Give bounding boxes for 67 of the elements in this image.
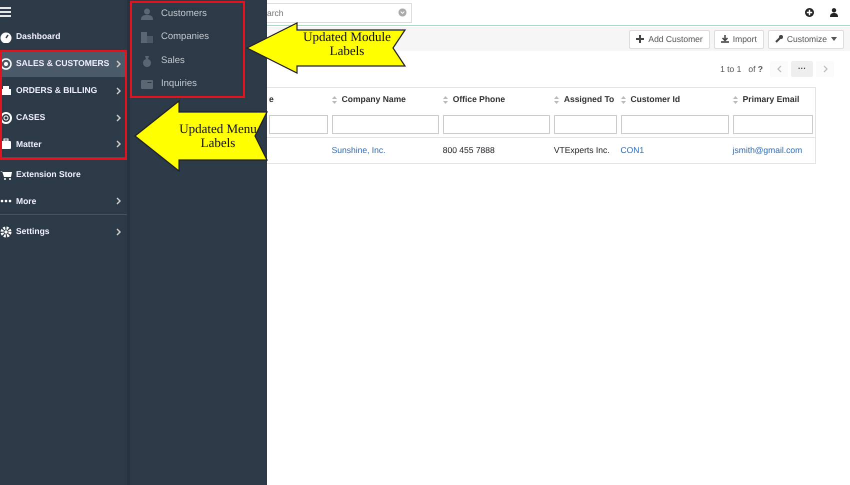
briefcase-icon [0,138,12,150]
import-button[interactable]: Import [714,30,764,48]
caret-icon [831,37,837,41]
money-bag-icon [141,54,153,67]
column-header[interactable]: e [269,94,274,104]
sidebar-item[interactable]: CASES [0,104,127,131]
customize-button[interactable]: Customize [768,30,844,48]
id-card-icon [141,78,153,90]
chevron-icon [116,140,121,148]
wrench-icon [774,35,783,43]
sidebar-item[interactable]: Dashboard [0,23,127,50]
sort-icon [442,96,448,104]
column-header[interactable]: Office Phone [452,94,506,104]
lifebuoy-icon [0,112,12,124]
callout-label: Updated Module Labels [302,30,392,58]
callout-label: Updated Menu Labels [178,122,258,150]
submenu-item[interactable]: Companies [130,26,234,49]
chevron-icon [116,86,121,94]
table-link[interactable]: CON1 [620,144,644,155]
chevron-icon [116,197,121,205]
table-cell: 800 455 7888 [442,144,495,155]
add-icon[interactable] [805,8,814,17]
sidebar-item[interactable]: SALES & CUSTOMERS [0,50,127,77]
gear-icon [0,226,12,238]
submenu-item[interactable]: Customers [130,2,234,26]
column-header[interactable]: Customer Id [630,94,680,104]
chevron-icon [116,228,121,236]
submenu-item[interactable]: Sales [130,49,234,72]
filter-field[interactable] [620,114,729,134]
column-header[interactable]: Assigned To [564,94,614,104]
sort-icon [620,96,626,104]
building-icon [141,31,153,44]
previous-button[interactable] [770,61,788,77]
submenu-item[interactable]: Inquiries [130,72,234,96]
filter-field[interactable] [442,114,550,134]
column-header[interactable]: Company Name [342,94,406,104]
next-button[interactable] [816,61,834,77]
filter-field[interactable] [732,114,813,134]
sidebar-item[interactable]: Extension Store [0,161,127,188]
plus-icon [636,35,644,43]
table-cell: VTExperts Inc. [554,144,610,155]
table-link[interactable]: jsmith@gmail.com [732,144,802,155]
chevron-icon [116,60,121,68]
add-button[interactable]: Add Customer [629,30,710,48]
table-link[interactable]: Sunshine, Inc. [332,144,386,155]
filter-field[interactable] [554,114,616,134]
chevron-icon [116,114,121,122]
search-field[interactable]: arch [267,2,412,22]
filter-field[interactable] [332,114,439,134]
page-total: of ? [748,62,763,76]
column-header[interactable]: Primary Email [742,94,800,104]
user-icon[interactable] [830,8,838,17]
chevron-icon [776,65,782,73]
sort-icon [554,96,559,104]
download-icon [720,35,729,43]
page-range: 1 to 1 [720,62,742,76]
sidebar-item[interactable]: ORDERS & BILLING [0,77,127,104]
sort-icon [732,96,738,104]
more-button[interactable]: ··· [791,61,813,77]
target-icon [0,58,12,70]
sort-icon [332,96,337,104]
dropdown-icon[interactable] [398,8,407,16]
chevron-icon [822,65,828,73]
filter-field[interactable] [269,114,328,134]
person-icon [141,8,153,20]
menu-icon[interactable] [0,6,11,16]
sidebar-item[interactable]: Settings [0,218,127,245]
